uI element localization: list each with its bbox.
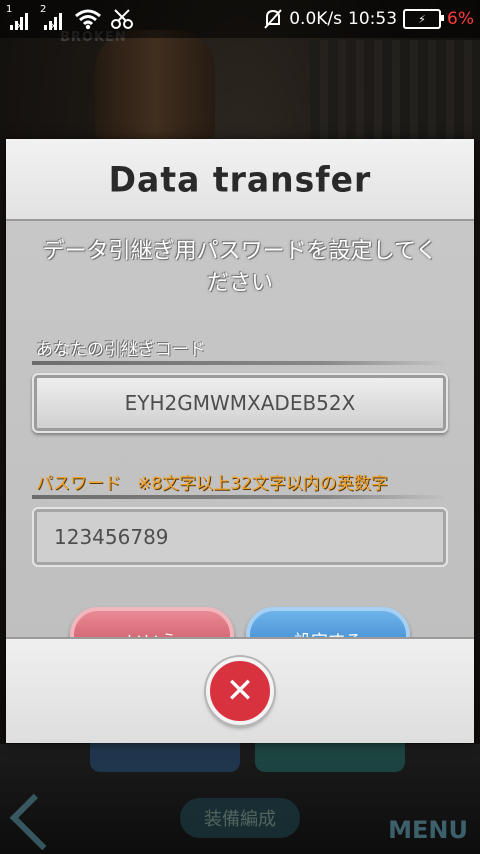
battery-percent: 6% xyxy=(447,9,474,29)
password-input[interactable]: 123456789 xyxy=(32,507,448,567)
close-button[interactable]: ✕ xyxy=(206,657,274,725)
dialog-body: データ引継ぎ用パスワードを設定してください あなたの引継ぎコード EYH2GMW… xyxy=(6,233,474,671)
bell-off-icon xyxy=(264,9,282,29)
data-transfer-dialog: Data transfer データ引継ぎ用パスワードを設定してください あなたの… xyxy=(6,139,474,743)
signal-icon: 1 ✕ xyxy=(6,4,32,32)
battery-icon: ⚡ xyxy=(403,9,445,29)
dialog-title: Data transfer xyxy=(108,158,372,200)
scissors-icon xyxy=(111,9,133,29)
status-bar: 1 ✕ 2 ✕ 0.0K/s 10:53 ⚡ 6% xyxy=(0,0,480,38)
password-label: パスワード xyxy=(36,474,121,494)
network-speed: 0.0K/s xyxy=(289,9,343,29)
dialog-footer: ✕ xyxy=(6,637,474,743)
password-label-underline xyxy=(32,495,448,499)
clock: 10:53 xyxy=(348,9,398,29)
code-label-underline xyxy=(32,361,448,365)
dialog-subtitle: データ引継ぎ用パスワードを設定してください xyxy=(42,239,438,296)
code-label: あなたの引継ぎコード xyxy=(36,340,206,360)
transfer-code-field: EYH2GMWMXADEB52X xyxy=(32,373,448,433)
password-note: ※8文字以上32文字以内の英数字 xyxy=(137,474,388,494)
dialog-header: Data transfer xyxy=(6,139,474,221)
wifi-icon xyxy=(75,9,101,30)
close-icon: ✕ xyxy=(225,671,255,711)
signal-icon-2: 2 ✕ xyxy=(40,4,66,32)
password-label-row: パスワード ※8文字以上32文字以内の英数字 xyxy=(32,469,448,494)
